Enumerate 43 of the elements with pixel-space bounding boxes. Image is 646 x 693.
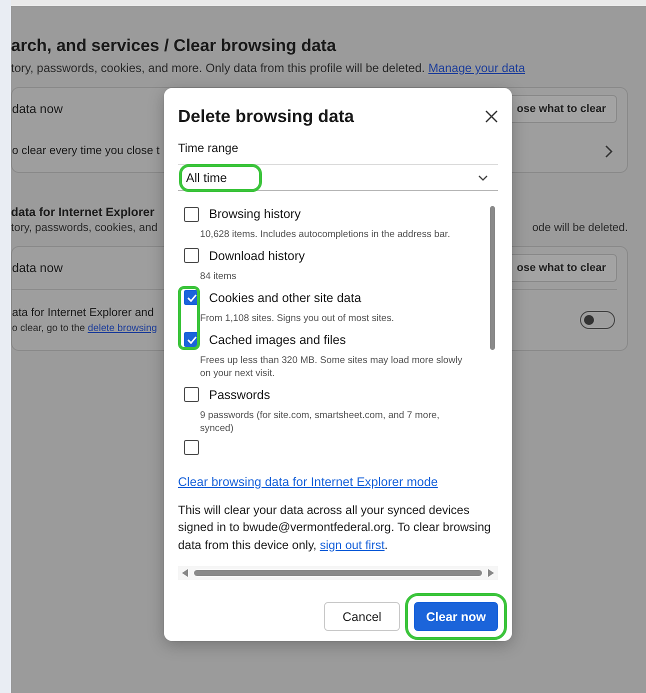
setting-label: ata for Internet Explorer and <box>12 306 155 318</box>
scroll-right-icon[interactable] <box>488 569 494 578</box>
toggle-switch[interactable] <box>580 311 615 329</box>
setting-label: data now <box>12 261 63 275</box>
section-description: tory, passwords, cookies, and <box>11 222 158 234</box>
item-description: 10,628 items. Includes autocompletions in the address bar. <box>200 229 452 242</box>
item-description: 9 passwords (for site.com, smartsheet.com, and 7 more, synced) <box>200 410 440 436</box>
checkbox-label: Download history <box>209 248 305 263</box>
checkbox-label: Cookies and other site data <box>209 290 362 305</box>
checkbox-label: Cached images and files <box>209 332 346 347</box>
checkbox[interactable] <box>184 206 199 222</box>
setting-label: o clear every time you close t <box>12 145 160 157</box>
highlight-frame <box>178 286 200 350</box>
checkbox[interactable] <box>184 440 199 455</box>
section-description: ode will be deleted. <box>532 222 628 234</box>
page-description: tory, passwords, cookies, and more. Only data from this profile will be deleted. Manage your data <box>11 61 526 75</box>
sign-out-link[interactable]: sign out first <box>320 538 385 552</box>
caret-icon <box>478 174 488 180</box>
close-icon[interactable] <box>485 110 498 123</box>
chevron-right-icon[interactable] <box>605 144 613 158</box>
cancel-button[interactable]: Cancel <box>324 602 400 632</box>
check-icon <box>186 294 196 302</box>
ie-mode-link[interactable]: Clear browsing data for Internet Explorer mode <box>178 475 498 489</box>
clear-now-button[interactable]: Clear now <box>414 602 498 632</box>
checkbox[interactable] <box>184 248 199 264</box>
item-description: 84 items <box>200 270 238 284</box>
delete-browsing-link[interactable]: delete browsing <box>88 322 157 334</box>
setting-label: data now <box>12 102 63 116</box>
item-description: Frees up less than 320 MB. Some sites may load more slowly on your next visit. <box>200 354 464 381</box>
page-title: arch, and services / Clear browsing data <box>11 36 338 56</box>
item-description: From 1,108 sites. Signs you out of most sites. <box>200 312 396 326</box>
section-title: data for Internet Explorer <box>11 205 154 219</box>
manage-data-link[interactable]: Manage your data <box>428 61 526 75</box>
field-label: Time range <box>178 141 240 155</box>
checkbox[interactable] <box>184 387 199 402</box>
setting-description: o clear, go to the delete browsing <box>12 322 157 334</box>
checkbox-label: Passwords <box>209 388 270 402</box>
time-range-dropdown[interactable]: All time <box>178 164 498 191</box>
dialog-title: Delete browsing data <box>178 106 354 127</box>
sync-notice: This will clear your data across all your synced devices signed in to bwude@vermontfederal.org. To clear browsing data from this device only, sign out first. <box>178 502 492 554</box>
scrollbar[interactable] <box>178 566 498 580</box>
scroll-left-icon[interactable] <box>182 569 188 578</box>
checkbox-label: Browsing history <box>209 207 301 221</box>
